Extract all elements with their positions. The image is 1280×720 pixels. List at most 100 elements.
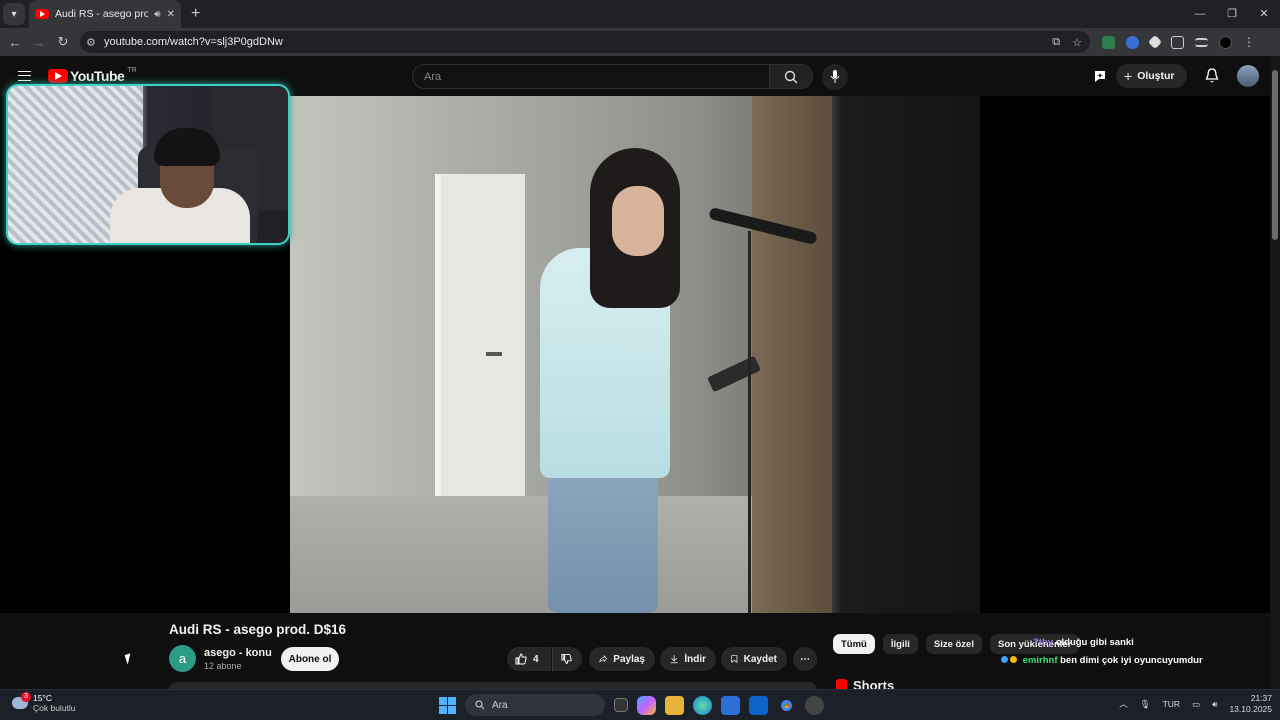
download-label: İndir xyxy=(684,653,706,665)
media-control-icon[interactable] xyxy=(1195,37,1208,47)
install-app-icon[interactable]: ⧉ xyxy=(1052,36,1060,49)
country-code: TR xyxy=(127,66,137,74)
time: 21:37 xyxy=(1250,693,1272,703)
browser-tabstrip: ▾ Audi RS - asego prod. D$16 🔊︎ ✕ + — ❐ … xyxy=(0,0,1280,28)
app-icon[interactable] xyxy=(805,695,824,715)
notification-badge: 3 xyxy=(21,692,31,702)
like-button[interactable]: 4 xyxy=(507,647,551,671)
video-title: Audi RS - asego prod. D$16 xyxy=(169,622,347,637)
extension-diamond-icon[interactable] xyxy=(1147,34,1163,50)
chat-message: ?tby olduğu gibi sanki xyxy=(1033,637,1134,648)
taskbar-search[interactable]: Ara xyxy=(465,694,605,716)
more-actions-button[interactable]: ⋯ xyxy=(793,647,817,671)
search-input[interactable] xyxy=(413,65,769,88)
plus-icon: + xyxy=(1124,68,1133,84)
bookmark-icon xyxy=(731,655,738,663)
download-button[interactable]: İndir xyxy=(660,647,716,671)
chat-username: emirhnf xyxy=(1022,655,1058,666)
notifications-bell-icon[interactable] xyxy=(1205,68,1219,84)
more-dots-icon: ⋯ xyxy=(800,653,810,665)
subscriber-count: 12 abone xyxy=(204,661,242,671)
temperature: 15°C xyxy=(33,693,52,703)
channel-name[interactable]: asego - konu xyxy=(204,647,272,659)
chip-all[interactable]: Tümü xyxy=(833,634,875,654)
copilot-icon[interactable] xyxy=(637,695,656,715)
thumbs-down-icon xyxy=(561,653,572,665)
language-indicator[interactable]: TUR xyxy=(1163,699,1180,709)
task-view-icon[interactable] xyxy=(614,698,628,712)
extension-shield-icon[interactable] xyxy=(1102,35,1115,49)
taskbar-search-label: Ara xyxy=(492,699,508,711)
windows-start-icon[interactable] xyxy=(439,696,456,714)
url-text: youtube.com/watch?v=slj3P0gdDNw xyxy=(104,36,283,48)
chrome-icon[interactable] xyxy=(777,695,796,715)
extensions-area: ⋮ xyxy=(1102,28,1255,56)
weather-condition: Çok bulutlu xyxy=(33,703,76,713)
tab-close-icon[interactable]: ✕ xyxy=(167,9,175,20)
subscribe-button[interactable]: Abone ol xyxy=(281,647,339,671)
chat-text: olduğu gibi sanki xyxy=(1055,637,1134,648)
video-scene-person-face xyxy=(612,186,664,256)
youtube-logo[interactable]: YouTube TR xyxy=(48,66,137,84)
browser-menu-icon[interactable]: ⋮ xyxy=(1243,35,1255,49)
speaker-icon[interactable]: 🔊︎ xyxy=(154,9,160,20)
voice-search-button[interactable] xyxy=(822,64,848,90)
screen: ▾ Audi RS - asego prod. D$16 🔊︎ ✕ + — ❐ … xyxy=(0,0,1280,720)
menu-hamburger-icon[interactable] xyxy=(18,71,31,81)
extension-audio-icon[interactable] xyxy=(1126,35,1139,49)
chat-text: ben dimi çok iyi oyuncuyumdur xyxy=(1060,655,1203,666)
like-count: 4 xyxy=(533,653,539,665)
chip-related[interactable]: İlgili xyxy=(882,634,918,654)
chip-for-you[interactable]: Size özel xyxy=(925,634,982,654)
volume-icon[interactable]: 🔊︎ xyxy=(1212,699,1217,710)
restore-icon[interactable]: ❐ xyxy=(1216,0,1248,28)
chat-username: ?tby xyxy=(1033,637,1054,648)
search-box xyxy=(412,64,770,89)
profile-avatar-icon[interactable] xyxy=(1219,35,1232,49)
bookmark-star-icon[interactable]: ☆ xyxy=(1072,36,1082,49)
extensions-puzzle-icon[interactable] xyxy=(1171,35,1184,49)
header-actions: + Oluştur xyxy=(1092,64,1259,88)
microphone-tray-icon[interactable]: 🎙︎ xyxy=(1140,699,1151,710)
new-tab-button[interactable]: + xyxy=(191,5,200,23)
address-bar[interactable]: ⚙︎ youtube.com/watch?v=slj3P0gdDNw ⧉ ☆ xyxy=(80,31,1090,53)
logo-text: YouTube xyxy=(70,68,125,84)
forward-icon[interactable]: → xyxy=(27,35,51,50)
edge-icon[interactable] xyxy=(693,695,712,715)
browser-tab-active[interactable]: Audi RS - asego prod. D$16 🔊︎ ✕ xyxy=(29,0,181,28)
create-button[interactable]: + Oluştur xyxy=(1116,64,1187,88)
page-scrollbar[interactable] xyxy=(1270,56,1280,689)
search-icon xyxy=(475,700,485,710)
network-icon[interactable]: ▭ xyxy=(1192,699,1200,710)
cloud-icon: 3 xyxy=(12,692,31,709)
sparkle-chat-icon[interactable] xyxy=(1092,68,1108,84)
channel-avatar[interactable]: a xyxy=(169,645,196,672)
chat-message: emirhnf ben dimi çok iyi oyuncuyumdur xyxy=(1001,655,1203,666)
download-icon xyxy=(670,655,678,664)
video-scene-door xyxy=(435,174,525,504)
share-button[interactable]: Paylaş xyxy=(589,647,655,671)
weather-widget[interactable]: 3 15°C Çok bulutlu xyxy=(12,692,76,713)
file-explorer-icon[interactable] xyxy=(665,695,684,715)
back-icon[interactable]: ← xyxy=(3,35,27,50)
search-icon xyxy=(784,70,798,83)
tray-chevron-icon[interactable]: ︿ xyxy=(1119,698,1128,710)
tab-title: Audi RS - asego prod. D$16 xyxy=(55,8,149,20)
store-icon[interactable] xyxy=(721,695,740,715)
reload-icon[interactable]: ↻ xyxy=(51,34,75,50)
window-controls: — ❐ ✕ xyxy=(1184,0,1280,28)
site-info-icon[interactable]: ⚙︎ xyxy=(86,36,104,49)
save-button[interactable]: Kaydet xyxy=(721,647,787,671)
chat-badge-icon xyxy=(1001,656,1008,663)
dislike-button[interactable] xyxy=(552,647,582,671)
outlook-icon[interactable] xyxy=(749,695,768,715)
create-label: Oluştur xyxy=(1137,70,1175,82)
webcam-person-hair xyxy=(154,128,220,166)
close-window-icon[interactable]: ✕ xyxy=(1248,0,1280,28)
scrollbar-thumb[interactable] xyxy=(1272,70,1278,240)
account-avatar[interactable] xyxy=(1236,65,1259,87)
clock[interactable]: 21:37 13.10.2025 xyxy=(1229,693,1272,715)
minimize-icon[interactable]: — xyxy=(1184,0,1216,28)
search-button[interactable] xyxy=(769,64,813,89)
tab-search-button[interactable]: ▾ xyxy=(3,3,25,25)
